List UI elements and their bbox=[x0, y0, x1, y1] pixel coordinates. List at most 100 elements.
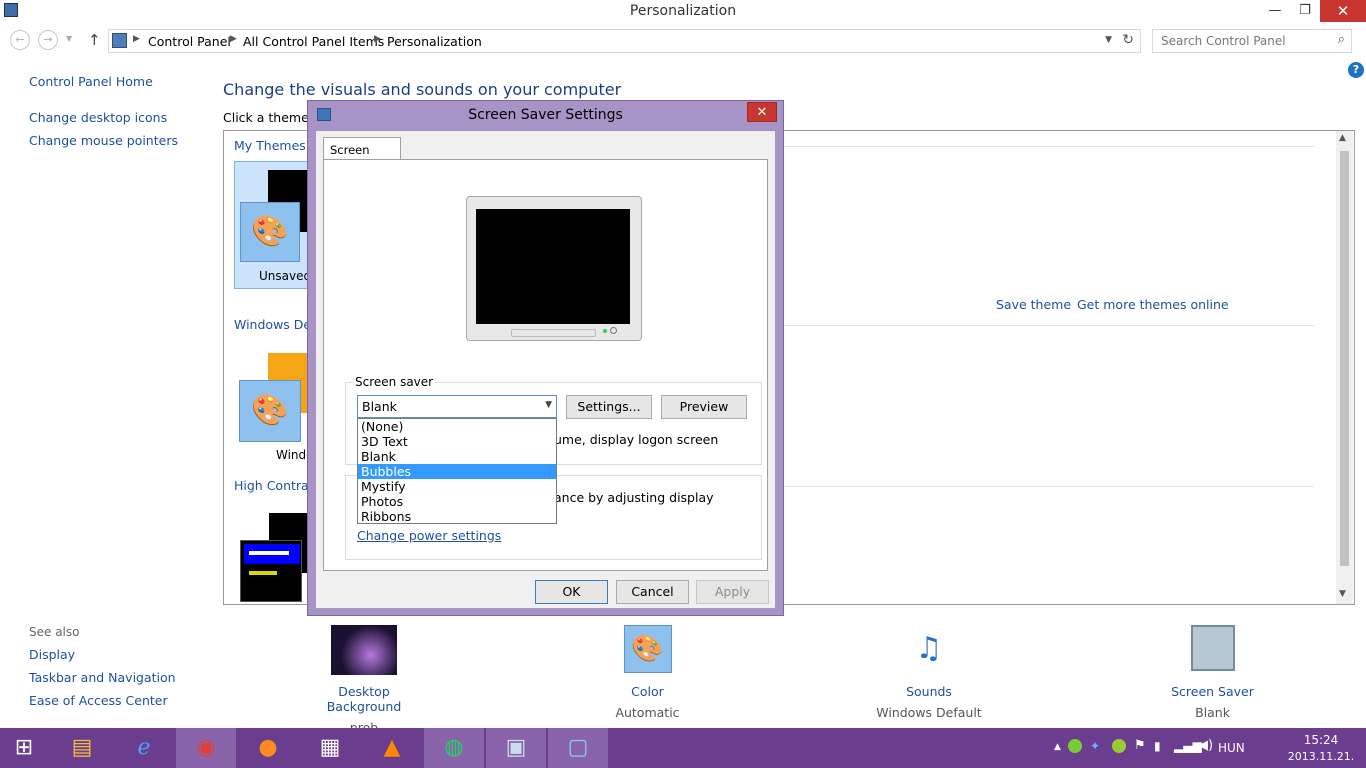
personalization-taskbar-icon[interactable]: ▢ bbox=[548, 728, 608, 768]
control-panel-icon bbox=[112, 33, 127, 48]
option-mystify[interactable]: Mystify bbox=[358, 479, 556, 494]
help-icon[interactable]: ? bbox=[1348, 62, 1364, 78]
desktop-background-item[interactable]: Desktop Background prob bbox=[300, 625, 428, 735]
bottom-item-value: Automatic bbox=[615, 705, 680, 720]
breadcrumb-separator-icon[interactable]: ▶ bbox=[133, 34, 140, 44]
power-button-icon bbox=[610, 327, 617, 334]
system-tray: ▲ ✦ HUN ⚑ ▮ ▂▄▆ ◀) 15:24 2013.11.21. bbox=[1046, 728, 1366, 768]
search-placeholder: Search Control Panel bbox=[1161, 34, 1286, 48]
spotify-icon[interactable]: ◍ bbox=[424, 728, 484, 768]
screen-saver-item[interactable]: Screen Saver Blank bbox=[1165, 625, 1260, 720]
option-3d-text[interactable]: 3D Text bbox=[358, 434, 556, 449]
option-none[interactable]: (None) bbox=[358, 419, 556, 434]
monitor-base bbox=[511, 329, 596, 337]
forward-button[interactable]: → bbox=[38, 30, 58, 50]
refresh-icon[interactable]: ↻ bbox=[1122, 32, 1134, 48]
theme-high-contrast[interactable] bbox=[239, 513, 315, 603]
breadcrumb-separator-icon[interactable]: ▶ bbox=[230, 34, 237, 44]
chevron-down-icon[interactable]: ▼ bbox=[545, 400, 552, 410]
address-dropdown-icon[interactable]: ▼ bbox=[1105, 35, 1112, 45]
taskbar-navigation-link[interactable]: Taskbar and Navigation bbox=[29, 670, 176, 685]
preview-button[interactable]: Preview bbox=[661, 395, 747, 419]
option-blank[interactable]: Blank bbox=[358, 449, 556, 464]
chrome-icon[interactable]: ◉ bbox=[176, 728, 236, 768]
dialog-title: Screen Saver Settings bbox=[468, 107, 623, 123]
color-palette-icon: 🎨 bbox=[623, 625, 672, 673]
flag-icon[interactable]: ⚑ bbox=[1134, 738, 1146, 753]
display-link[interactable]: Display bbox=[29, 647, 75, 662]
change-power-settings-link[interactable]: Change power settings bbox=[357, 528, 501, 543]
power-tray-icon[interactable]: ▮ bbox=[1154, 739, 1161, 753]
vlc-icon[interactable]: ▲ bbox=[362, 728, 422, 768]
screen-saver-dropdown[interactable]: (None) 3D Text Blank Bubbles Mystify Pho… bbox=[357, 418, 557, 524]
maximize-button[interactable]: ❐ bbox=[1290, 0, 1320, 22]
tab-screen-saver[interactable]: Screen Saver bbox=[323, 137, 401, 171]
option-bubbles[interactable]: Bubbles bbox=[358, 464, 556, 479]
network-tray-icon[interactable]: ✦ bbox=[1090, 739, 1100, 753]
scrollbar[interactable]: ▲ ▼ bbox=[1336, 131, 1353, 604]
file-explorer-icon[interactable]: ▤ bbox=[52, 728, 112, 768]
breadcrumb-all-items[interactable]: All Control Panel Items bbox=[243, 34, 384, 49]
recent-locations-icon[interactable]: ▼ bbox=[66, 34, 72, 43]
clock-date[interactable]: 2013.11.21. bbox=[1286, 750, 1356, 763]
bottom-item-label: Color bbox=[631, 684, 664, 699]
theme-label: Unsaved bbox=[259, 269, 312, 283]
change-desktop-icons-link[interactable]: Change desktop icons bbox=[29, 110, 167, 125]
monitor-preview bbox=[466, 196, 642, 341]
control-panel-taskbar-icon[interactable]: ▣ bbox=[486, 728, 546, 768]
option-ribbons[interactable]: Ribbons bbox=[358, 509, 556, 524]
up-button[interactable]: ↑ bbox=[88, 31, 101, 49]
save-theme-link[interactable]: Save theme bbox=[996, 297, 1071, 312]
volume-icon[interactable]: ◀) bbox=[1198, 738, 1213, 753]
close-button[interactable]: ✕ bbox=[1320, 0, 1366, 22]
firefox-icon[interactable]: ● bbox=[238, 728, 298, 768]
breadcrumb-separator-icon[interactable]: ▶ bbox=[374, 34, 381, 44]
apps-grid-icon[interactable]: ▦ bbox=[300, 728, 360, 768]
dialog-close-button[interactable]: ✕ bbox=[747, 102, 777, 122]
start-button[interactable]: ⊞ bbox=[0, 728, 48, 768]
theme-unsaved[interactable]: 🎨 Unsaved bbox=[234, 161, 314, 289]
get-more-themes-link[interactable]: Get more themes online bbox=[1077, 297, 1229, 312]
apply-button[interactable]: Apply bbox=[696, 580, 769, 604]
address-field[interactable]: ▶ Control Panel ▶ All Control Panel Item… bbox=[108, 29, 1141, 53]
bottom-item-label: Screen Saver bbox=[1171, 684, 1254, 699]
clock-time[interactable]: 15:24 bbox=[1286, 733, 1356, 747]
page-title: Change the visuals and sounds on your co… bbox=[223, 80, 622, 99]
language-indicator[interactable]: HUN bbox=[1218, 741, 1245, 755]
logon-screen-label: ume, display logon screen bbox=[554, 432, 719, 447]
scroll-up-icon[interactable]: ▲ bbox=[1339, 133, 1346, 143]
screen-saver-dialog: Screen Saver Settings ✕ Screen Saver Scr… bbox=[307, 100, 784, 616]
color-item[interactable]: 🎨 Color Automatic bbox=[600, 625, 695, 720]
breadcrumb-control-panel[interactable]: Control Panel bbox=[148, 34, 231, 49]
theme-windows[interactable]: 🎨 Windo bbox=[238, 353, 314, 465]
scroll-thumb[interactable] bbox=[1340, 151, 1349, 566]
group-divider bbox=[784, 486, 1314, 487]
ok-button[interactable]: OK bbox=[535, 580, 608, 604]
spotify-tray-icon[interactable] bbox=[1068, 739, 1082, 753]
bottom-item-label: Sounds bbox=[906, 684, 952, 699]
screen-saver-select[interactable]: Blank ▼ bbox=[357, 395, 557, 418]
control-panel-home-link[interactable]: Control Panel Home bbox=[29, 74, 153, 89]
settings-button[interactable]: Settings... bbox=[566, 395, 652, 419]
color-palette-icon: 🎨 bbox=[240, 202, 300, 262]
change-mouse-pointers-link[interactable]: Change mouse pointers bbox=[29, 133, 178, 148]
cancel-button[interactable]: Cancel bbox=[616, 580, 689, 604]
group-divider bbox=[784, 325, 1314, 326]
sounds-item[interactable]: ♫ Sounds Windows Default bbox=[870, 625, 988, 720]
back-button[interactable]: ← bbox=[10, 30, 30, 50]
ease-of-access-link[interactable]: Ease of Access Center bbox=[29, 693, 168, 708]
desktop-background-icon bbox=[331, 625, 397, 675]
bottom-item-value: Windows Default bbox=[876, 705, 982, 720]
power-led-icon bbox=[603, 329, 607, 333]
show-hidden-icons-icon[interactable]: ▲ bbox=[1054, 742, 1061, 752]
search-icon[interactable]: ⌕ bbox=[1338, 32, 1345, 47]
option-photos[interactable]: Photos bbox=[358, 494, 556, 509]
bottom-item-value: Blank bbox=[1195, 705, 1230, 720]
breadcrumb-personalization[interactable]: Personalization bbox=[387, 34, 482, 49]
minimize-button[interactable]: — bbox=[1260, 0, 1290, 22]
scroll-down-icon[interactable]: ▼ bbox=[1339, 589, 1346, 599]
search-input[interactable]: Search Control Panel ⌕ bbox=[1152, 29, 1352, 53]
internet-explorer-icon[interactable]: ℯ bbox=[114, 728, 174, 768]
utorrent-tray-icon[interactable] bbox=[1112, 739, 1126, 753]
title-bar: Personalization — ❐ ✕ bbox=[0, 0, 1366, 23]
